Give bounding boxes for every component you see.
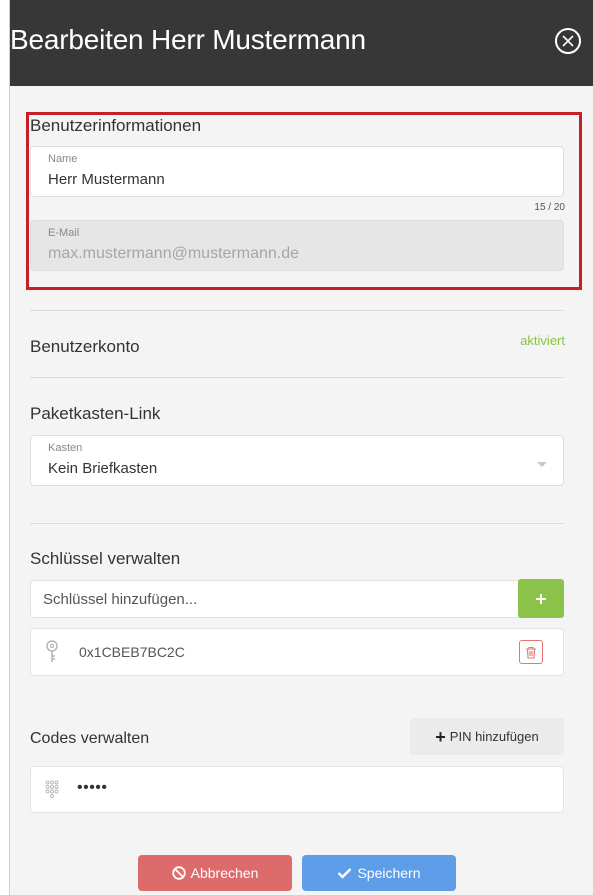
cancel-label: Abbrechen: [190, 865, 259, 881]
panel-header: Bearbeiten Herr Mustermann: [10, 0, 593, 86]
name-field[interactable]: Name Herr Mustermann: [30, 146, 564, 197]
key-input-placeholder: Schlüssel hinzufügen...: [43, 591, 198, 608]
keypad-icon: [45, 780, 59, 798]
chevron-down-icon: [537, 462, 547, 467]
save-label: Speichern: [357, 865, 421, 881]
email-field: E-Mail max.mustermann@mustermann.de: [30, 220, 564, 271]
plus-icon: +: [435, 726, 446, 747]
account-title: Benutzerkonto: [30, 337, 140, 356]
key-input[interactable]: Schlüssel hinzufügen...: [30, 580, 528, 618]
email-label: E-Mail: [48, 227, 80, 239]
mailbox-label: Kasten: [48, 442, 83, 454]
close-icon: [562, 35, 574, 47]
user-info-title: Benutzerinformationen: [30, 116, 202, 135]
divider: [30, 310, 564, 311]
plus-icon: [536, 593, 546, 604]
key-icon: [46, 640, 58, 662]
key-value: 0x1CBEB7BC2C: [79, 644, 185, 660]
add-key-button[interactable]: [518, 579, 564, 618]
edit-user-panel: Bearbeiten Herr Mustermann Benutzerinfor…: [10, 0, 593, 895]
email-value: max.mustermann@mustermann.de: [48, 245, 299, 262]
code-value: •••••: [77, 779, 108, 796]
background-edge: [0, 0, 10, 895]
divider: [30, 377, 564, 378]
mailbox-title: Paketkasten-Link: [30, 404, 161, 423]
close-button[interactable]: [555, 28, 581, 54]
cancel-button[interactable]: Abbrechen: [138, 855, 292, 891]
panel-title: Bearbeiten Herr Mustermann: [10, 24, 366, 55]
code-list-item[interactable]: •••••: [30, 766, 564, 813]
key-list-item: 0x1CBEB7BC2C: [30, 628, 564, 676]
codes-title: Codes verwalten: [30, 730, 150, 747]
save-button[interactable]: Speichern: [302, 855, 456, 891]
check-icon: [337, 867, 352, 879]
mailbox-select[interactable]: Kasten Kein Briefkasten: [30, 435, 564, 486]
add-pin-label: PIN hinzufügen: [449, 729, 539, 744]
divider: [30, 523, 564, 524]
mailbox-value: Kein Briefkasten: [48, 460, 158, 477]
ban-icon: [171, 866, 186, 880]
delete-key-button[interactable]: [519, 640, 543, 664]
add-pin-button[interactable]: + PIN hinzufügen: [410, 718, 564, 755]
name-label: Name: [48, 153, 78, 165]
keys-title: Schlüssel verwalten: [30, 549, 181, 568]
name-value: Herr Mustermann: [48, 171, 165, 188]
name-char-counter: 15 / 20: [534, 202, 565, 213]
trash-icon: [526, 646, 536, 659]
account-status[interactable]: aktiviert: [520, 333, 565, 348]
